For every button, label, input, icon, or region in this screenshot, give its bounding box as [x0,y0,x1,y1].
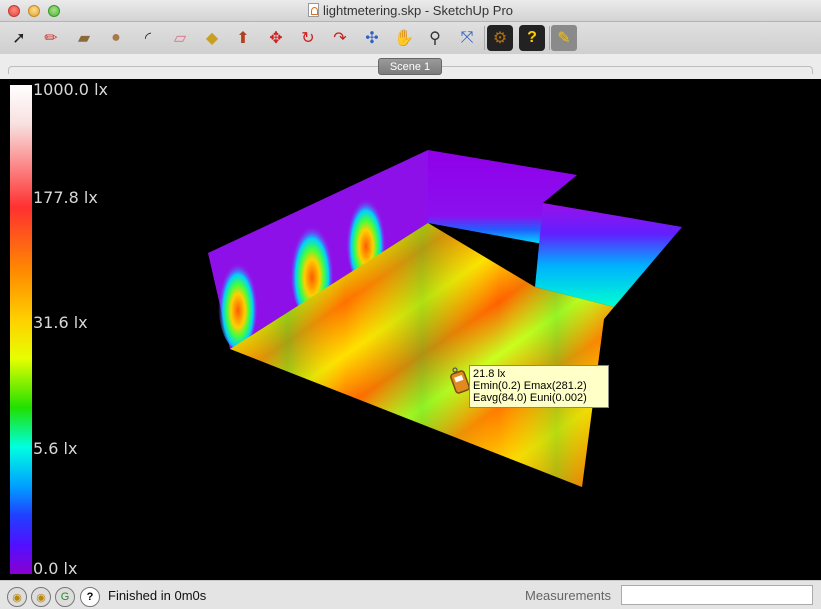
light-meter-tool-button[interactable]: ✎ [551,25,577,51]
push-pull-icon: ⬆ [236,30,250,47]
measurements-label: Measurements [525,588,611,603]
hand-icon: ✋ [394,30,414,47]
settings-tool-button[interactable]: ⚙ [487,25,513,51]
toolbar-separator [484,26,485,50]
gear-icon: ⚙ [492,30,508,47]
select-tool-button[interactable]: ➚ [6,25,32,51]
arrow-cursor-icon: ➚ [12,30,26,47]
light-meter-tooltip: 21.8 lx Emin(0.2) Emax(281.2) Eavg(84.0)… [469,365,609,408]
paint-bucket-icon: ◆ [205,30,219,47]
wall-light-spot [218,253,258,349]
geolocation-icon[interactable]: ◉ [7,587,27,607]
pencil-icon: ✏ [44,30,58,47]
document-icon [307,3,319,17]
eraser-icon: ▱ [173,30,187,47]
arc-icon: ◜ [144,30,152,47]
scenes-bar: Scene 1 [0,54,821,79]
arc-tool-button[interactable]: ◜ [135,25,161,51]
circle-icon: ● [111,29,121,46]
title-bar: lightmetering.skp - SketchUp Pro [0,0,821,22]
status-bar: ◉ ◉ G ? Finished in 0m0s Measurements [0,580,821,609]
toolbar-separator [549,26,550,50]
rotate-tool-button[interactable]: ↻ [295,25,321,51]
tooltip-lux-value: 21.8 lx [473,368,506,380]
rotate-icon: ↻ [301,30,315,47]
light-meter-probe-icon[interactable] [449,366,471,396]
user-icon[interactable]: G [55,587,75,607]
tooltip-min-max: Emin(0.2) Emax(281.2) [473,380,587,392]
move-tool-button[interactable]: ✥ [263,25,289,51]
room-model[interactable] [0,79,821,580]
toolbar: ➚ ✏ ▰ ● ◜ ▱ ◆ ⬆ ✥ ↻ ↷ ✣ ✋ ⚲ ⤧ ⚙ ? ✎ [0,22,821,54]
measurements-input[interactable] [621,585,813,605]
push-pull-tool-button[interactable]: ⬆ [230,25,256,51]
status-message: Finished in 0m0s [108,588,207,603]
help-circle-icon[interactable]: ? [80,587,100,607]
magnifier-icon: ⚲ [429,30,441,47]
move-icon: ✥ [269,30,283,47]
orbit-icon: ✣ [365,30,379,47]
rectangle-icon: ▰ [77,30,91,47]
pan-tool-button[interactable]: ✋ [391,25,417,51]
orbit-tool-button[interactable]: ✣ [359,25,385,51]
help-tool-button[interactable]: ? [519,25,545,51]
window-title-wrap: lightmetering.skp - SketchUp Pro [0,3,821,18]
right-alcove-wall [535,203,682,307]
rectangle-tool-button[interactable]: ▰ [71,25,97,51]
zoom-tool-button[interactable]: ⚲ [422,25,448,51]
tooltip-avg-uniformity: Eavg(84.0) Euni(0.002) [473,392,587,404]
pencil-tool-button[interactable]: ✏ [38,25,64,51]
zoom-extents-tool-button[interactable]: ⤧ [454,25,480,51]
light-meter-icon: ✎ [557,30,571,47]
window-title: lightmetering.skp - SketchUp Pro [322,3,514,18]
credits-icon[interactable]: ◉ [31,587,51,607]
scene-tab[interactable]: Scene 1 [378,58,442,75]
paint-bucket-tool-button[interactable]: ◆ [199,25,225,51]
eraser-tool-button[interactable]: ▱ [167,25,193,51]
question-icon: ? [527,29,537,46]
follow-me-tool-button[interactable]: ↷ [327,25,353,51]
circle-tool-button[interactable]: ● [103,25,129,51]
model-viewport[interactable]: 1000.0 lx 177.8 lx 31.6 lx 5.6 lx 0.0 lx [0,79,821,580]
zoom-extents-icon: ⤧ [460,29,474,46]
follow-me-icon: ↷ [333,30,347,47]
